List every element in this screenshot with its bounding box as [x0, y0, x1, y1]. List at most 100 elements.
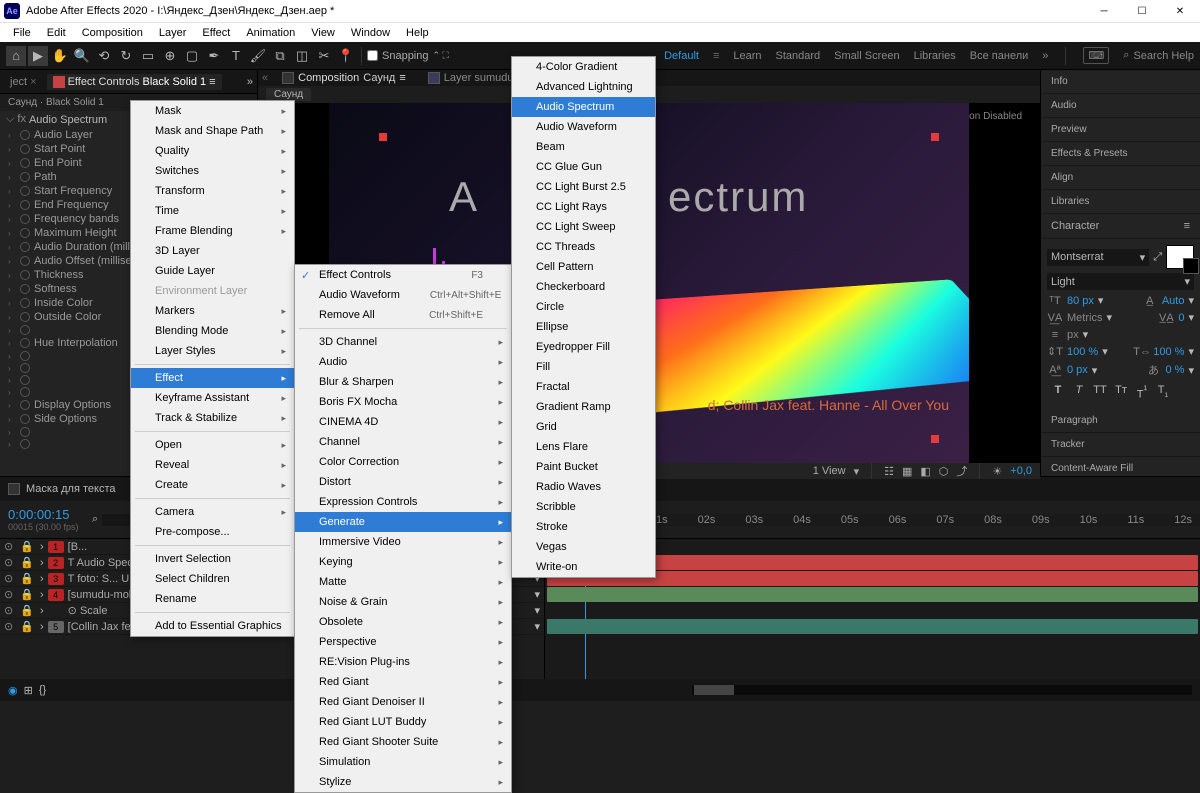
menu-item[interactable]: Open [131, 435, 294, 455]
selection-handle[interactable] [379, 133, 387, 141]
camera-tool-icon[interactable]: ▭ [138, 46, 158, 66]
italic-button[interactable]: T [1070, 384, 1088, 401]
menu-item[interactable]: Red Giant LUT Buddy [295, 712, 511, 732]
home-tool-icon[interactable]: ⌂ [6, 46, 26, 66]
tab-composition[interactable]: Composition Саунд ≡ [274, 70, 414, 86]
viewer-btn-icon[interactable]: ☷ [884, 465, 894, 478]
puppet-tool-icon[interactable]: 📍 [336, 46, 356, 66]
vscale-input[interactable]: 100 % [1067, 346, 1098, 358]
menu-item[interactable]: Simulation [295, 752, 511, 772]
panel-character[interactable]: Character≡ [1041, 214, 1200, 239]
workspace-learn[interactable]: Learn [733, 50, 761, 62]
timeline-scrollbar[interactable] [692, 685, 1192, 695]
menu-item[interactable]: Grid [512, 417, 655, 437]
menu-item[interactable]: Scribble [512, 497, 655, 517]
eraser-tool-icon[interactable]: ◫ [292, 46, 312, 66]
panel-more-icon[interactable]: » [247, 76, 253, 88]
workspace-all[interactable]: Все панели [970, 50, 1028, 62]
menu-edit[interactable]: Edit [40, 25, 73, 41]
menu-item[interactable]: Noise & Grain [295, 592, 511, 612]
panel-tracker[interactable]: Tracker [1041, 433, 1200, 457]
menu-item[interactable]: Lens Flare [512, 437, 655, 457]
menu-item[interactable]: Cell Pattern [512, 257, 655, 277]
menu-item[interactable]: Eyedropper Fill [512, 337, 655, 357]
workspace-small[interactable]: Small Screen [834, 50, 899, 62]
menu-item[interactable]: Effect [131, 368, 294, 388]
exposure-value[interactable]: +0,0 [1010, 465, 1032, 477]
font-family-dropdown[interactable]: Montserrat▾ [1047, 249, 1149, 266]
comp-chevron-left-icon[interactable]: « [262, 72, 268, 84]
text-tool-icon[interactable]: T [226, 46, 246, 66]
orbit-tool-icon[interactable]: ⟲ [94, 46, 114, 66]
menu-item[interactable]: RE:Vision Plug-ins [295, 652, 511, 672]
menu-item[interactable]: CINEMA 4D [295, 412, 511, 432]
menu-animation[interactable]: Animation [239, 25, 302, 41]
text-color-swatch[interactable] [1166, 245, 1194, 269]
menu-item[interactable]: ✓Effect ControlsF3 [295, 265, 511, 285]
menu-item[interactable]: CC Glue Gun [512, 157, 655, 177]
font-size-input[interactable]: 80 px [1067, 295, 1094, 307]
shape-tool-icon[interactable]: ▢ [182, 46, 202, 66]
menu-item[interactable]: Radio Waves [512, 477, 655, 497]
menu-item[interactable]: Advanced Lightning [512, 77, 655, 97]
workspace-default[interactable]: Default [664, 50, 699, 62]
hscale-input[interactable]: 100 % [1153, 346, 1184, 358]
workspace-standard[interactable]: Standard [776, 50, 821, 62]
snapping-toggle[interactable]: Snapping ⌃ ⛶ [367, 50, 449, 62]
menu-item[interactable]: Pre-compose... [131, 522, 294, 542]
pan-behind-tool-icon[interactable]: ⊕ [160, 46, 180, 66]
menu-item[interactable]: Keying [295, 552, 511, 572]
rotate-tool-icon[interactable]: ↻ [116, 46, 136, 66]
menu-window[interactable]: Window [344, 25, 397, 41]
font-weight-dropdown[interactable]: Light▾ [1047, 273, 1194, 290]
pen-tool-icon[interactable]: ✒ [204, 46, 224, 66]
menu-item[interactable]: Create [131, 475, 294, 495]
tab-project[interactable]: ject× [4, 74, 43, 90]
panel-info[interactable]: Info [1041, 70, 1200, 94]
selection-handle[interactable] [931, 133, 939, 141]
selection-tool-icon[interactable]: ▶ [28, 46, 48, 66]
menu-item[interactable]: Keyframe Assistant [131, 388, 294, 408]
menu-item[interactable]: 3D Channel [295, 332, 511, 352]
menu-item[interactable]: Obsolete [295, 612, 511, 632]
menu-item[interactable]: Mask and Shape Path [131, 121, 294, 141]
menu-item[interactable]: Blur & Sharpen [295, 372, 511, 392]
keyboard-icon[interactable]: ⌨ [1083, 47, 1109, 64]
bold-button[interactable]: T [1049, 384, 1067, 401]
panel-paragraph[interactable]: Paragraph [1041, 409, 1200, 433]
menu-item[interactable]: Switches [131, 161, 294, 181]
menu-item[interactable]: Audio Spectrum [512, 97, 655, 117]
tl-footer-icon[interactable]: ◉ [8, 684, 18, 697]
maximize-button[interactable]: ☐ [1126, 6, 1158, 17]
menu-item[interactable]: Rename [131, 589, 294, 609]
close-button[interactable]: ✕ [1164, 6, 1196, 17]
menu-item[interactable]: Fill [512, 357, 655, 377]
menu-item[interactable]: 4-Color Gradient [512, 57, 655, 77]
minimize-button[interactable]: ─ [1088, 6, 1120, 17]
menu-item[interactable]: Checkerboard [512, 277, 655, 297]
panel-effects-presets[interactable]: Effects & Presets [1041, 142, 1200, 166]
eyedropper-icon[interactable]: ⤢ [1153, 251, 1162, 264]
menu-item[interactable]: Generate [295, 512, 511, 532]
menu-item[interactable]: Boris FX Mocha [295, 392, 511, 412]
menu-item[interactable]: Red Giant Denoiser II [295, 692, 511, 712]
menu-item[interactable]: Transform [131, 181, 294, 201]
leading-input[interactable]: Auto [1162, 295, 1185, 307]
workspace-more-icon[interactable]: » [1042, 50, 1048, 62]
menu-item[interactable]: CC Light Rays [512, 197, 655, 217]
tl-footer-icon[interactable]: ⊞ [24, 684, 33, 697]
menu-item[interactable]: CC Threads [512, 237, 655, 257]
zoom-tool-icon[interactable]: 🔍 [72, 46, 92, 66]
selection-handle[interactable] [931, 435, 939, 443]
menu-item[interactable]: Quality [131, 141, 294, 161]
viewer-3d-icon[interactable]: ⬡ [939, 465, 949, 478]
effect-name[interactable]: Audio Spectrum [29, 114, 107, 126]
menu-item[interactable]: Reveal [131, 455, 294, 475]
menu-item[interactable]: Color Correction [295, 452, 511, 472]
panel-preview[interactable]: Preview [1041, 118, 1200, 142]
tab-effect-controls[interactable]: Effect Controls Black Solid 1 ≡ [47, 74, 222, 90]
menu-item[interactable]: Immersive Video [295, 532, 511, 552]
menu-item[interactable]: Paint Bucket [512, 457, 655, 477]
menu-item[interactable]: Vegas [512, 537, 655, 557]
view-dropdown[interactable]: 1 View [813, 465, 846, 477]
